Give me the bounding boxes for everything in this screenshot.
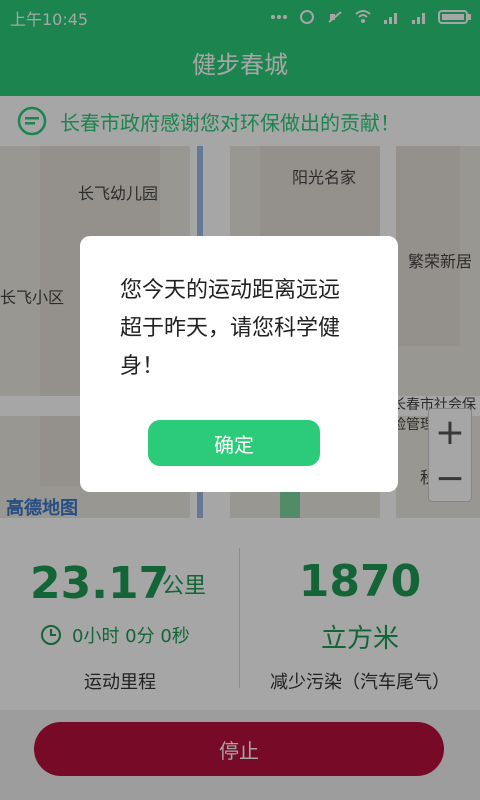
confirm-button[interactable]: 确定: [148, 420, 320, 466]
alert-dialog: 您今天的运动距离远远超于昨天，请您科学健身！ 确定: [80, 236, 398, 492]
dialog-message: 您今天的运动距离远远超于昨天，请您科学健身！: [120, 278, 341, 379]
